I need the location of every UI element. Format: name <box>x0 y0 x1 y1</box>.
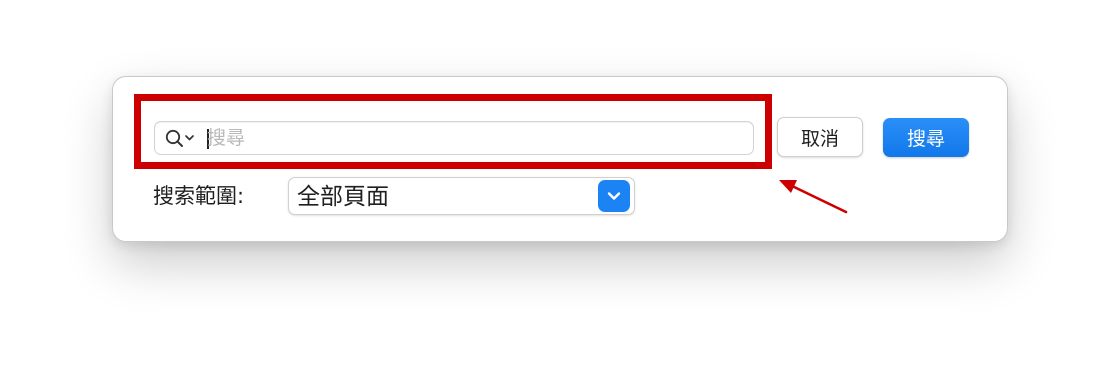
search-input[interactable] <box>207 124 742 152</box>
find-dialog: 取消 搜尋 搜索範圍: 全部頁面 <box>112 76 1008 242</box>
chevron-down-icon[interactable] <box>598 180 630 212</box>
search-field[interactable] <box>154 121 754 155</box>
scope-select[interactable]: 全部頁面 <box>288 177 635 215</box>
scope-selected-value: 全部頁面 <box>297 184 389 210</box>
search-options-icon[interactable] <box>164 127 198 149</box>
scope-label: 搜索範圍: <box>153 184 245 208</box>
search-button[interactable]: 搜尋 <box>883 118 969 157</box>
cancel-button[interactable]: 取消 <box>777 117 863 157</box>
